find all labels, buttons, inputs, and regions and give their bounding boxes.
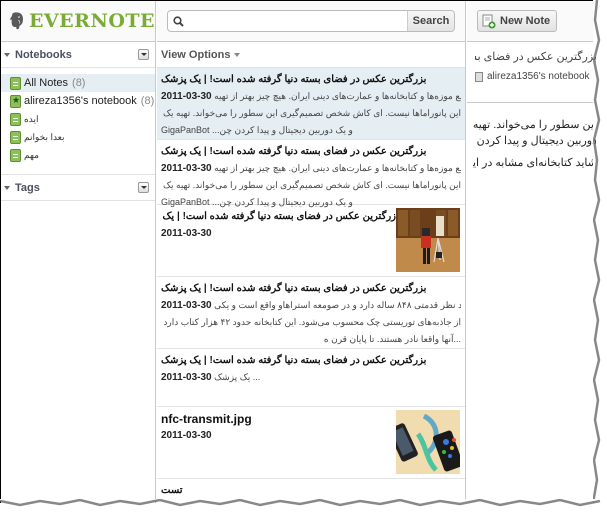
search-input[interactable] (188, 11, 407, 31)
search-bar: Search (157, 1, 465, 42)
note-snippet-line: 2011-03-30 برای تلبع موزه‌ها و کتابخانه‌… (161, 88, 461, 105)
note-date: 2011-03-30 (161, 228, 212, 239)
search-button[interactable]: Search (407, 11, 454, 31)
note-item[interactable]: زرگترین عکس در فضای بسته دنیا گرفته شده … (157, 205, 465, 277)
notes-list: بزرگترین عکس در فضای بسته دنیا گرفته شده… (157, 68, 465, 503)
note-title: بزرگترین عکس در فضای بسته دنیا گرفته شده… (161, 355, 427, 366)
notebooks-header[interactable]: Notebooks (1, 42, 155, 68)
note-snippet-line: این پانوراماها نیست. ای کاش شخص تصمیم‌گی… (162, 180, 461, 190)
nfc-phones-thumbnail (396, 410, 460, 474)
note-date: 2011-03-30 (161, 163, 212, 174)
notebook-label: alireza1356's notebook (24, 95, 137, 107)
notebook-item-all-notes[interactable]: All Notes (8) (1, 74, 155, 92)
search-box: Search (167, 10, 455, 32)
view-options-label: View Options (161, 48, 231, 61)
all-notes-icon (10, 76, 21, 90)
notebook-item-important[interactable]: مهم (1, 146, 155, 164)
new-note-icon (482, 14, 496, 28)
notebook-count: (8) (140, 95, 155, 107)
note-snippet: کتابخانه مورد نظر قدمتی ۸۴۸ ساله دارد و … (214, 300, 461, 310)
note-item[interactable]: nfc-transmit.jpg 2011-03-30 (157, 407, 465, 479)
note-body-line: شاید کتابخانه‌ای مشابه در ایران نباشد (473, 157, 596, 169)
library-photo-thumbnail (396, 208, 460, 272)
tags-menu-button[interactable] (138, 182, 149, 193)
note-snippet: برای تلبع موزه‌ها و کتابخانه‌ها و عمارت‌… (214, 91, 461, 101)
torn-edge-bottom (0, 499, 601, 507)
collapse-triangle-icon[interactable] (4, 52, 10, 57)
note-title: بزرگترین عکس در فضای بسته دنیا گرفته شده… (161, 74, 427, 85)
logo-text: EVERNOTE (28, 10, 155, 32)
note-title: تست (161, 485, 183, 496)
note-title: بزرگترین عکس در فضای بسته دنیا گرفته شده… (161, 146, 427, 157)
notebook-label: مهم (24, 149, 39, 160)
note-snippet-line: GigaPanBot ...و یک دوربین دیجیتال و پیدا… (161, 125, 353, 135)
note-editor-pane: New Note بزرگترین عکس در فضای بسته دنیا … (467, 1, 596, 503)
new-note-label: New Note (500, 15, 551, 27)
note-item[interactable]: بزرگترین عکس در فضای بسته دنیا گرفته شده… (157, 140, 465, 207)
note-date: 2011-03-30 (161, 430, 212, 441)
notebook-item-idea[interactable]: ایده (1, 110, 155, 128)
note-snippet-line: 2011-03-30 کتابخانه مورد نظر قدمتی ۸۴۸ س… (161, 297, 461, 314)
elephant-logo-icon (9, 12, 23, 30)
evernote-logo: EVERNOTE (1, 1, 155, 42)
new-note-button[interactable]: New Note (477, 10, 558, 32)
note-snippet: ... یک پزشک (214, 372, 261, 382)
note-date: 2011-03-30 (161, 91, 212, 102)
note-date: 2011-03-30 (161, 300, 212, 311)
notebook-count: (8) (72, 77, 86, 89)
note-notebook-selector[interactable]: alireza1356's notebook (475, 71, 596, 82)
note-item[interactable]: بزرگترین عکس در فضای بسته دنیا گرفته شده… (157, 277, 465, 349)
notebook-icon (475, 71, 483, 82)
torn-edge-right (593, 0, 601, 504)
notebook-list: All Notes (8) alireza1356's notebook (8)… (1, 68, 155, 175)
editor-toolbar: New Note (467, 1, 596, 42)
note-title: بزرگترین عکس در فضای بسته دنیا گرفته شده… (161, 283, 427, 294)
notebook-icon (10, 112, 21, 126)
view-options-dropdown[interactable]: View Options (157, 42, 465, 68)
tags-title: Tags (15, 181, 40, 194)
sidebar: EVERNOTE Notebooks All Notes (8) alireza… (1, 1, 156, 503)
note-snippet-line: ...آنها واقعا نادر هستند. تا پایان قرن ه (323, 334, 461, 344)
notebook-item-default[interactable]: alireza1356's notebook (8) (1, 92, 155, 110)
note-snippet-line: از جاذبه‌های توریستی چک محسوب می‌شود. ای… (161, 317, 461, 327)
notebook-icon (10, 148, 21, 162)
search-icon (168, 11, 188, 31)
note-title: زرگترین عکس در فضای بسته دنیا گرفته شده … (161, 211, 396, 222)
note-notebook-label: alireza1356's notebook (487, 71, 590, 82)
note-item[interactable]: بزرگترین عکس در فضای بسته دنیا گرفته شده… (157, 349, 465, 407)
notebook-icon (10, 130, 21, 144)
notebooks-title: Notebooks (15, 48, 72, 61)
chevron-down-icon (234, 52, 241, 57)
note-body-line: این سطور را می‌خواند. تهیه یک (473, 119, 596, 131)
note-header: بزرگترین عکس در فضای بسته دنیا گرفته شده… (467, 42, 596, 103)
note-item[interactable]: بزرگترین عکس در فضای بسته دنیا گرفته شده… (157, 68, 465, 140)
notebook-label: ایده (24, 113, 39, 124)
notebook-item-read-later[interactable]: بعدا بخوانم (1, 128, 155, 146)
note-body-line: دوربین دیجیتال و پیدا کردن چن هزینه چندا… (473, 135, 596, 147)
collapse-triangle-icon[interactable] (4, 185, 10, 190)
tags-header[interactable]: Tags (1, 175, 155, 201)
note-snippet: برای تلبع موزه‌ها و کتابخانه‌ها و عمارت‌… (214, 163, 461, 173)
default-notebook-icon (10, 94, 21, 108)
note-title-field[interactable]: بزرگترین عکس در فضای بسته دنیا گرفته شده… (475, 50, 596, 63)
notebook-label: بعدا بخوانم (24, 131, 65, 142)
note-snippet-line: 2011-03-30 ... یک پزشک (161, 369, 461, 386)
note-snippet-line: 2011-03-30 برای تلبع موزه‌ها و کتابخانه‌… (161, 160, 461, 177)
notebook-label: All Notes (24, 77, 69, 89)
evernote-window: EVERNOTE Notebooks All Notes (8) alireza… (0, 0, 596, 503)
notebooks-menu-button[interactable] (138, 49, 149, 60)
note-snippet-line: این پانوراماها نیست. ای کاش شخص تصمیم‌گی… (162, 108, 461, 118)
note-body[interactable]: این سطور را می‌خواند. تهیه یک دوربین دیج… (467, 103, 596, 171)
note-date: 2011-03-30 (161, 372, 212, 383)
note-list-pane: Search View Options بزرگترین عکس در فضای… (157, 1, 466, 503)
